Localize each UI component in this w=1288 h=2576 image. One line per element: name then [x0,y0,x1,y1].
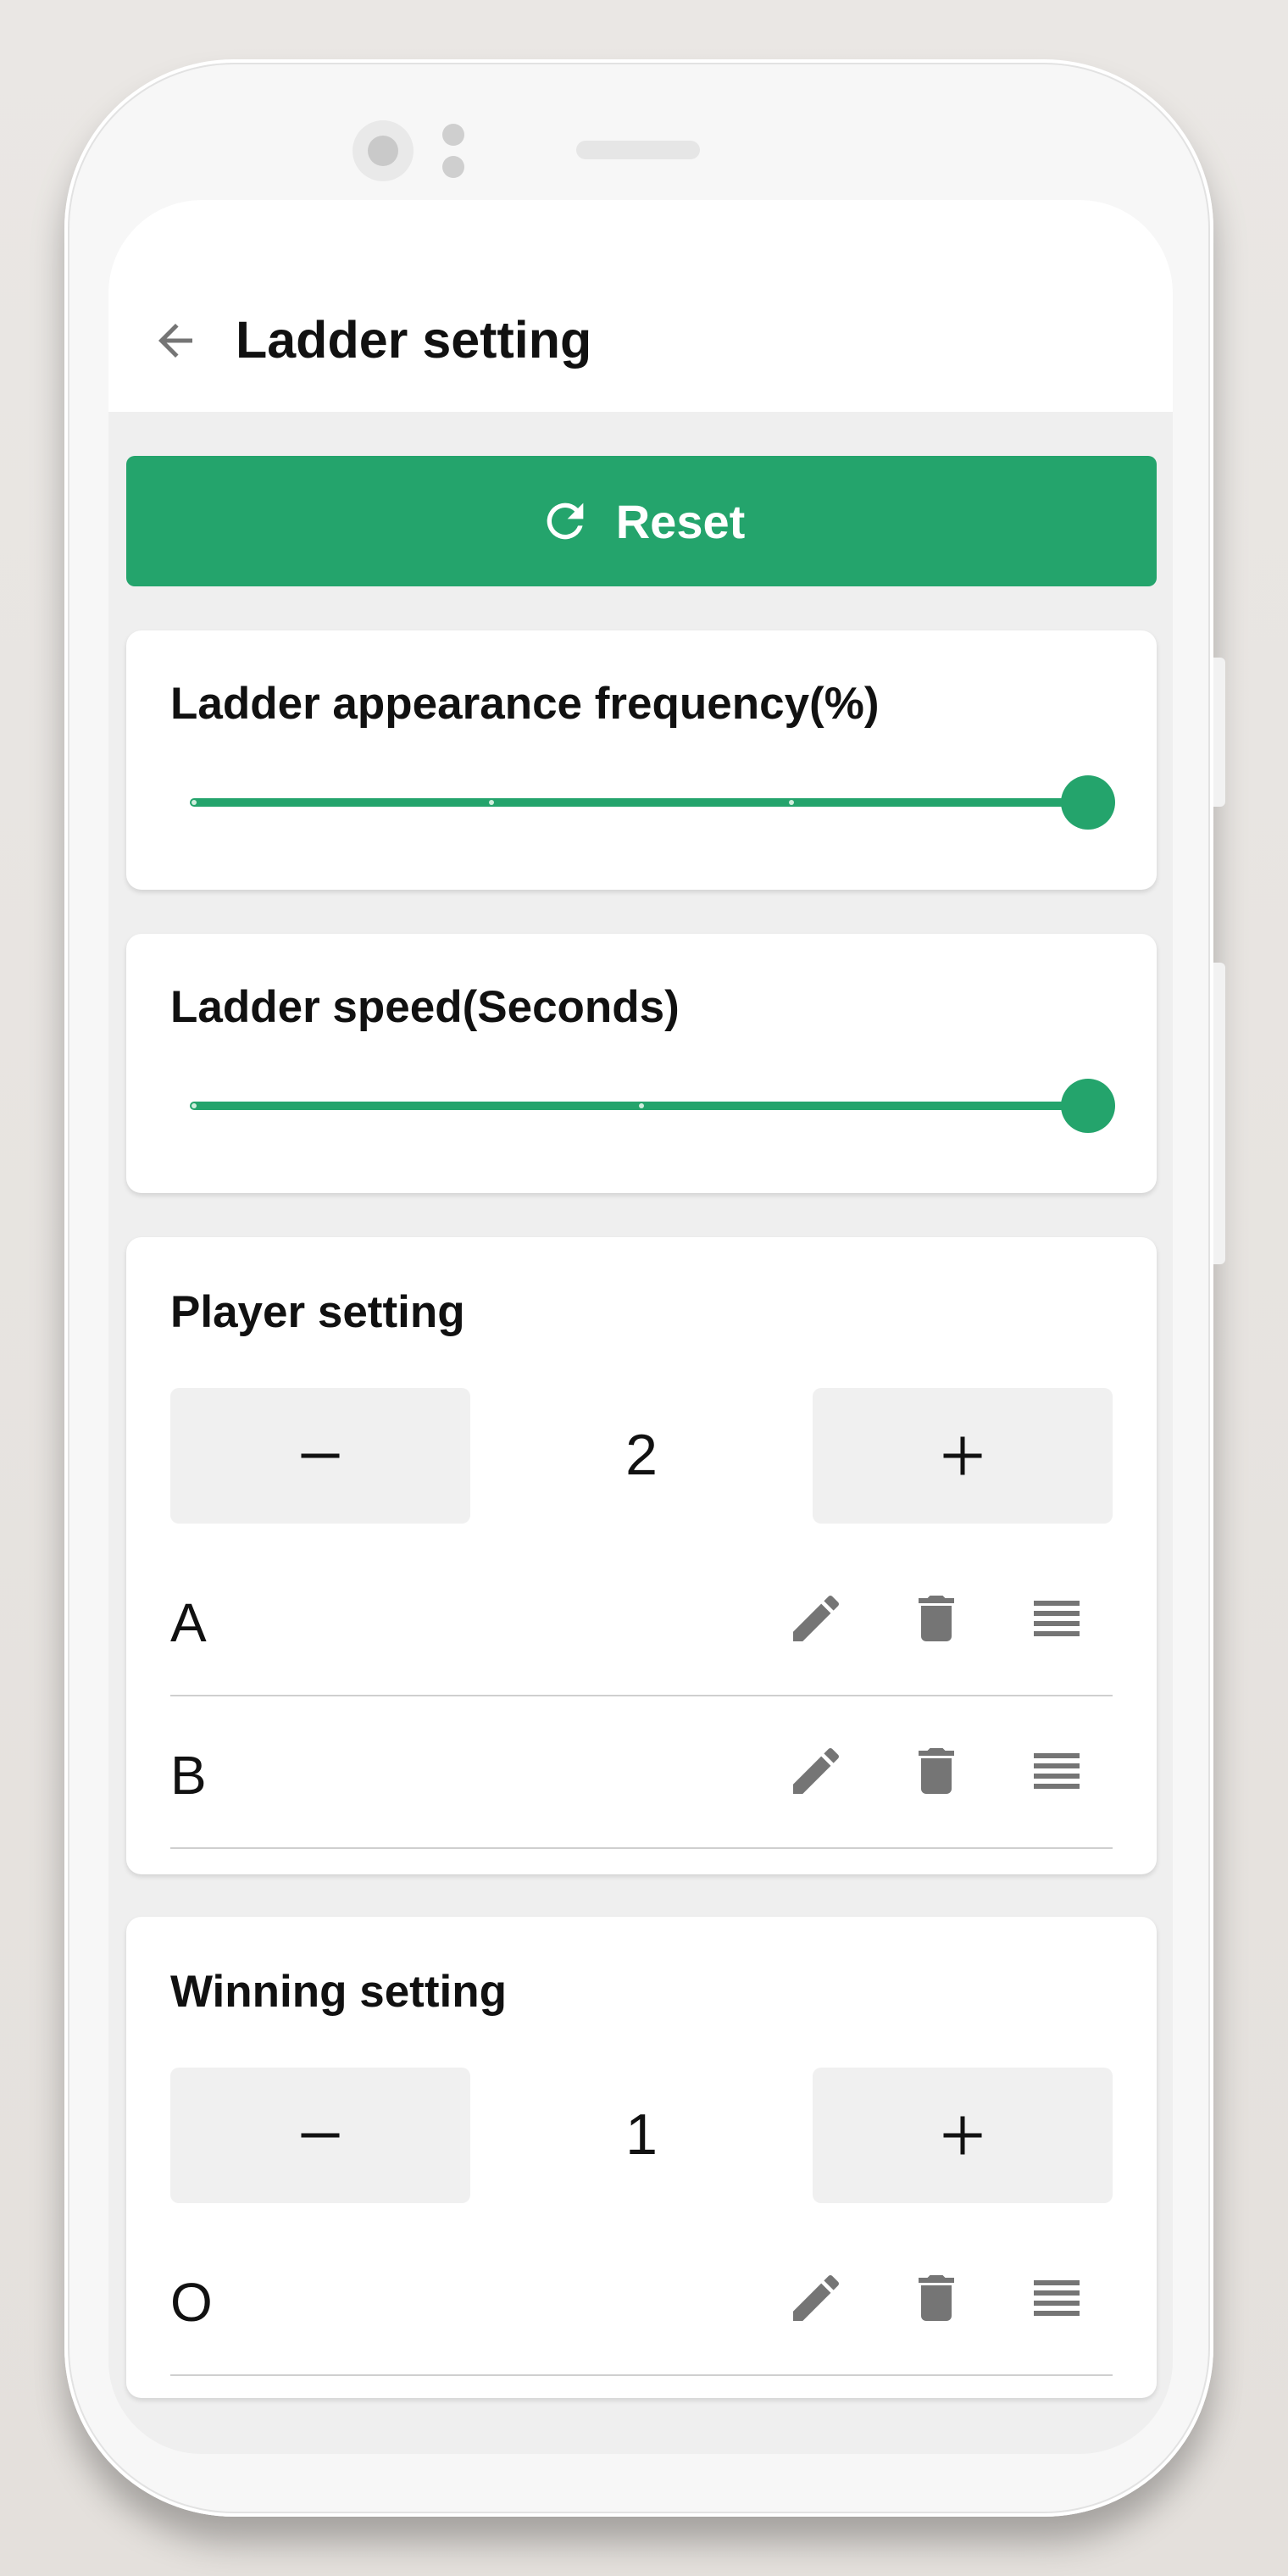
drag-handle-icon [1034,1601,1080,1636]
delete-button[interactable] [906,1740,967,1802]
player-count: 2 [625,1423,658,1487]
player-row: A [170,1544,1113,1696]
winning-decrement-button[interactable] [170,2068,470,2203]
drag-handle[interactable] [1026,1740,1087,1802]
sensor-dot [442,156,464,178]
minus-icon [301,2133,340,2138]
drag-handle[interactable] [1026,1588,1087,1649]
slider-tick [639,1103,644,1108]
player-setting-card: Player setting 2 A B [126,1237,1157,1874]
winning-increment-button[interactable] [813,2068,1113,2203]
delete-button[interactable] [906,1588,967,1649]
winning-setting-title: Winning setting [170,1967,507,2017]
player-setting-title: Player setting [170,1287,465,1337]
delete-icon [919,1748,954,1794]
volume-button [1213,658,1225,807]
slider-tick [489,800,494,805]
refresh-icon [547,502,584,540]
page-title: Ladder setting [236,311,592,369]
edit-icon [793,1595,840,1641]
edit-icon [793,1747,840,1794]
edit-button[interactable] [786,1588,847,1649]
frequency-title: Ladder appearance frequency(%) [170,679,880,729]
slider-tick [192,1103,197,1108]
delete-icon [919,1596,954,1641]
edit-button[interactable] [786,2268,847,2329]
drag-handle-icon [1034,2280,1080,2316]
drag-handle[interactable] [1026,2268,1087,2329]
arrow-back-icon [158,324,192,358]
frequency-slider[interactable] [190,775,1115,830]
drag-handle-icon [1034,1753,1080,1789]
player-name: A [170,1592,207,1653]
speed-title: Ladder speed(Seconds) [170,982,680,1032]
plus-icon [943,1436,982,1475]
slider-tick [192,800,197,805]
speed-card: Ladder speed(Seconds) [126,934,1157,1193]
sensor-dot [442,124,464,146]
delete-icon [919,2275,954,2321]
plus-icon [943,2116,982,2155]
app-bar: Ladder setting [108,200,1173,412]
frequency-slider-thumb[interactable] [1061,775,1115,830]
speed-slider-thumb[interactable] [1061,1079,1115,1133]
app-screen: Ladder setting Reset Ladder appearance f… [108,200,1173,2454]
player-increment-button[interactable] [813,1388,1113,1524]
frequency-card: Ladder appearance frequency(%) [126,630,1157,890]
edit-button[interactable] [786,1740,847,1802]
winning-setting-card: Winning setting 1 O [126,1917,1157,2398]
back-button[interactable] [129,307,222,375]
winning-row: O [170,2223,1113,2376]
speed-slider[interactable] [190,1079,1115,1133]
delete-button[interactable] [906,2268,967,2329]
power-button [1213,963,1225,1264]
player-row: B [170,1696,1113,1849]
player-decrement-button[interactable] [170,1388,470,1524]
phone-frame: Ladder setting Reset Ladder appearance f… [64,59,1225,2517]
winning-name: O [170,2272,213,2333]
front-camera [353,120,414,181]
reset-button[interactable]: Reset [126,456,1157,586]
minus-icon [301,1453,340,1458]
edit-icon [793,2274,840,2321]
player-name: B [170,1745,207,1806]
slider-tick [789,800,794,805]
earpiece-speaker [576,141,700,159]
winning-count: 1 [625,2102,658,2167]
reset-label: Reset [615,494,746,548]
